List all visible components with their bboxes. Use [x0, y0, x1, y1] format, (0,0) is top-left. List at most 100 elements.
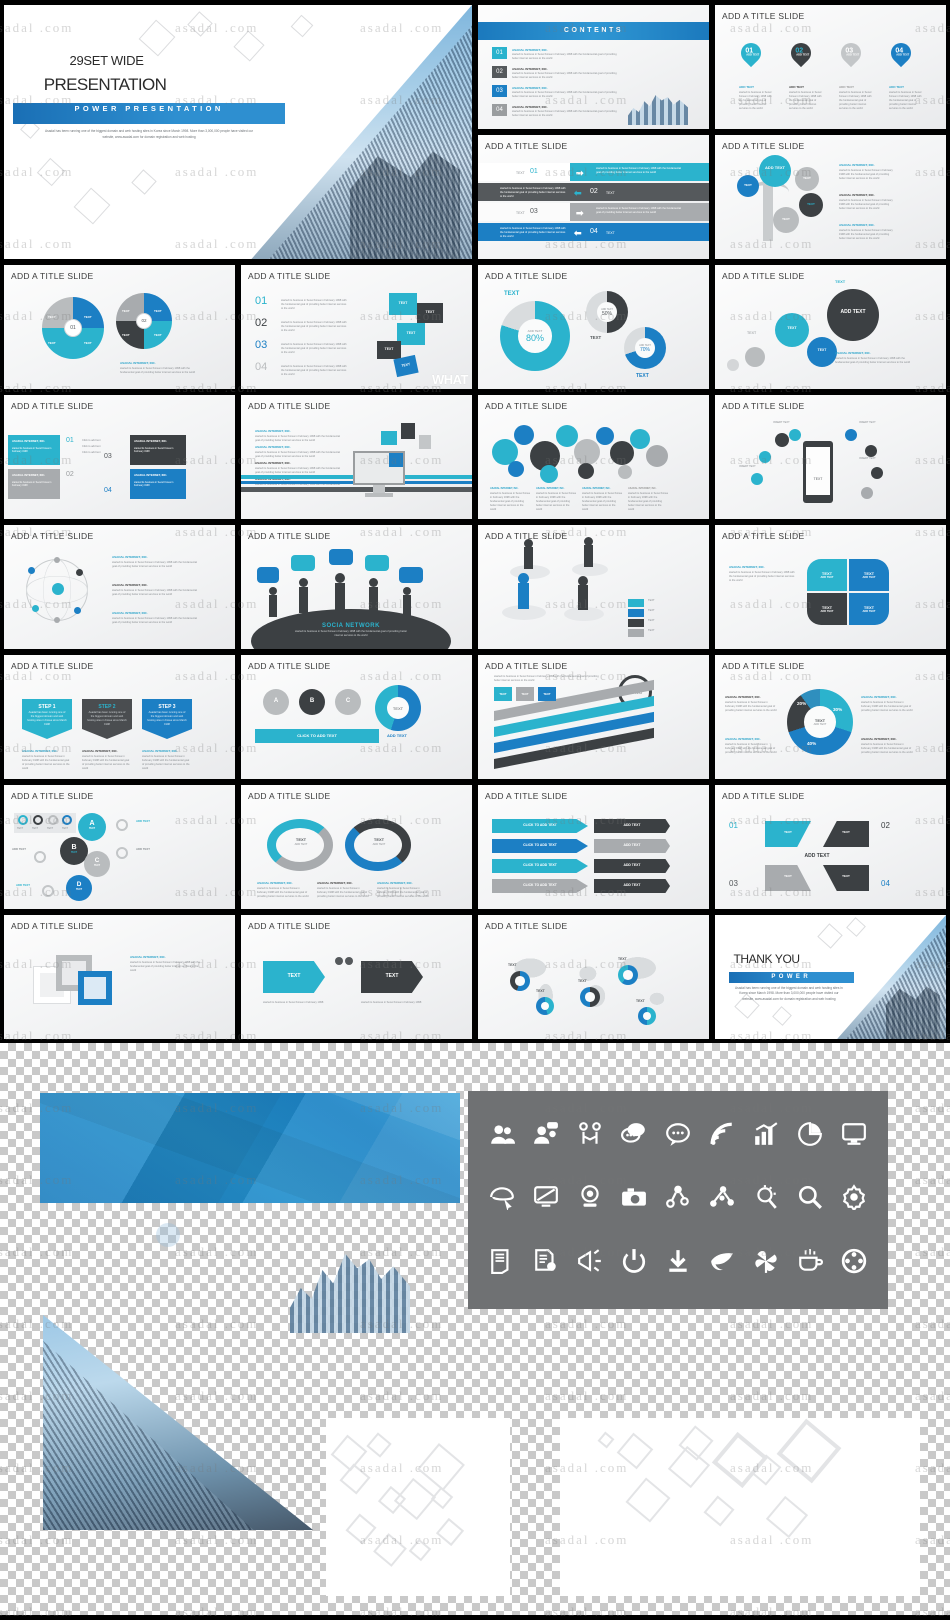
- handshake-icon[interactable]: [577, 1121, 603, 1152]
- chat-tile: [381, 431, 397, 445]
- gear2-label-4: TEXT: [154, 333, 162, 337]
- slide-abcd[interactable]: ADD A TITLE SLIDE TEXT TEXT TEXT TEXT A …: [4, 785, 235, 909]
- slide-contents[interactable]: CONTENTS 01 ASADAL INTERNET, INC. starte…: [478, 5, 709, 129]
- slide-boxes[interactable]: ADD A TITLE SLIDE ASADAL INTERNET, INC. …: [4, 395, 235, 519]
- inf-note-3: ASADAL INTERNET, INC.: [377, 881, 413, 885]
- phone-tag-4: INSERT TEXT: [739, 465, 756, 468]
- user-chat-icon[interactable]: [533, 1121, 559, 1152]
- contents-body-3: started its business in Seoul Korea in F…: [512, 91, 617, 98]
- camera-icon[interactable]: [621, 1184, 647, 1215]
- slide-title-text: ADD A TITLE SLIDE: [485, 791, 568, 801]
- tree-note-2: ASADAL INTERNET, INC.: [839, 193, 875, 197]
- slide-two-text[interactable]: ADD A TITLE SLIDE TEXT TEXT started its …: [241, 915, 472, 1039]
- box-right-1: ASADAL INTERNET, INC. started its busine…: [130, 435, 186, 465]
- thankyou-line: THANK YOU: [733, 952, 800, 967]
- document-pen-icon[interactable]: [489, 1248, 515, 1279]
- slide-pins[interactable]: ADD A TITLE SLIDE 01 ADD TEXT 02 ADD TEX…: [715, 5, 946, 129]
- white-panel-right: [560, 1418, 920, 1596]
- tablet-tile: [401, 423, 415, 439]
- users-icon[interactable]: [489, 1121, 515, 1152]
- inf-note-2: ASADAL INTERNET, INC.: [317, 881, 353, 885]
- box-right-2: ASADAL INTERNET, INC. started its busine…: [130, 469, 186, 499]
- search-bulb-icon[interactable]: [753, 1184, 779, 1215]
- monitor-icon[interactable]: [841, 1121, 867, 1152]
- slide-title-text: ADD A TITLE SLIDE: [722, 661, 805, 671]
- slide-arrows-up[interactable]: ADD A TITLE SLIDE ADD TEXT TEXT TEXT TEX…: [478, 655, 709, 779]
- megaphone-icon[interactable]: [577, 1248, 603, 1279]
- webcam-icon[interactable]: [577, 1184, 603, 1215]
- contents-heading: CONTENTS: [478, 22, 709, 40]
- slide-title-text: ADD A TITLE SLIDE: [11, 531, 94, 541]
- slide-pie[interactable]: ADD A TITLE SLIDE TEXT ADD TEXT 20% 30% …: [715, 655, 946, 779]
- slide-network-sphere[interactable]: ADD A TITLE SLIDE ASADAL INTERNET, INC. …: [4, 525, 235, 649]
- gear-icon[interactable]: [841, 1184, 867, 1215]
- box-num-3: 03: [104, 453, 112, 460]
- abc-right-label: ADD TEXT: [387, 733, 407, 738]
- slide-abc[interactable]: ADD A TITLE SLIDE A B C TEXT CLICK TO AD…: [241, 655, 472, 779]
- slide-people-network[interactable]: ADD A TITLE SLIDE TEXT TEXT TEXT TEXT: [478, 525, 709, 649]
- slide-map[interactable]: ADD A TITLE SLIDE TEXT TEXT TEXT TEXT TE…: [478, 915, 709, 1039]
- slide-monitor[interactable]: ADD A TITLE SLIDE ASADAL INTERNET, INC. …: [241, 395, 472, 519]
- bubble-label-top: TEXT: [835, 279, 846, 284]
- slide-tree[interactable]: ADD A TITLE SLIDE ADD TEXT TEXT TEXT TEX…: [715, 135, 946, 259]
- slide-donuts[interactable]: ADD A TITLE SLIDE ADD TEXT 80% ADD TEXT …: [478, 265, 709, 389]
- slide-quad[interactable]: ADD A TITLE SLIDE TEXT ADD TEXT TEXT ADD…: [715, 525, 946, 649]
- browser-icon[interactable]: [489, 1184, 515, 1215]
- zig-body-2: started its business in Seoul Korea in F…: [281, 321, 347, 332]
- slide-xshape[interactable]: ADD A TITLE SLIDE 01 02 03 04 TEXT TEXT …: [715, 785, 946, 909]
- title-description: Asadal has been running one of the bigge…: [45, 129, 254, 139]
- pinwheel-icon[interactable]: [753, 1248, 779, 1279]
- pie-note-1: ASADAL INTERNET, INC.: [725, 695, 761, 699]
- zig-num-3: 03: [255, 339, 268, 351]
- slide-arrow-rows[interactable]: ADD A TITLE SLIDE 01 TEXT started its bu…: [478, 135, 709, 259]
- slide-infinity[interactable]: ADD A TITLE SLIDE TEXT ADD TEXT TEXT ADD…: [241, 785, 472, 909]
- share-nodes-icon[interactable]: [665, 1184, 691, 1215]
- power-icon[interactable]: [621, 1248, 647, 1279]
- slide-steps[interactable]: ADD A TITLE SLIDE STEP 1 Asadal has been…: [4, 655, 235, 779]
- pn-legend-4: TEXT: [648, 629, 655, 632]
- bird-icon[interactable]: [709, 1248, 735, 1279]
- pie-chart-icon[interactable]: [797, 1121, 823, 1152]
- pin-foot-2: ADD TEXT: [789, 85, 804, 89]
- molecule-icon[interactable]: [709, 1184, 735, 1215]
- slide-title[interactable]: 29SET WIDE PRESENTATION POWER PRESENTATI…: [4, 5, 472, 259]
- twotext-body-2: started its business in Seoul Korea in F…: [361, 1001, 422, 1004]
- screen-slash-icon[interactable]: [533, 1184, 559, 1215]
- arrow-row-num-2: 02: [590, 188, 598, 195]
- social-bubble-5: [399, 567, 423, 583]
- mon-note-3: ASADAL INTERNET, INC.: [255, 461, 291, 465]
- slide-social[interactable]: ADD A TITLE SLIDE SOCIA NETWORK started …: [241, 525, 472, 649]
- slide-title-text: ADD A TITLE SLIDE: [485, 141, 568, 151]
- wifi-signal-icon[interactable]: [709, 1121, 735, 1152]
- arrows-tag-1: TEXT: [494, 687, 512, 701]
- slide-cubes[interactable]: ADD A TITLE SLIDE ASADAL INTERNET, INC. …: [4, 915, 235, 1039]
- arrow-row-label-2: TEXT: [606, 191, 615, 195]
- slide-thank-you[interactable]: THANK YOU POWER PRESENTATION Asadal has …: [715, 915, 946, 1039]
- contents-num-2: 02: [492, 66, 507, 78]
- document-gear-icon[interactable]: [533, 1248, 559, 1279]
- arrow-row-num-3: 03: [530, 208, 538, 215]
- contents-company-2: ASADAL INTERNET, INC.: [512, 67, 548, 71]
- slide-phone[interactable]: ADD A TITLE SLIDE TEXT INSERT TEXT INSER…: [715, 395, 946, 519]
- title-line-1: 29SET WIDE: [69, 53, 144, 69]
- circ-col-4: ASADAL INTERNET, INC.: [628, 487, 657, 490]
- film-reel-icon[interactable]: [841, 1248, 867, 1279]
- phone-tag-3: INSERT TEXT: [859, 457, 876, 460]
- download-icon[interactable]: [665, 1248, 691, 1279]
- mon-note-2: ASADAL INTERNET, INC.: [255, 445, 291, 449]
- slide-ribbons[interactable]: ADD A TITLE SLIDE CLICK TO ADD TEXT ADD …: [478, 785, 709, 909]
- slide-zigzag[interactable]: ADD A TITLE SLIDE 01 started its busines…: [241, 265, 472, 389]
- speech-bubble-icon[interactable]: [665, 1121, 691, 1152]
- x-wing-1: TEXT: [765, 821, 811, 847]
- magnifier-icon[interactable]: [797, 1184, 823, 1215]
- ribbon-1: CLICK TO ADD TEXT: [492, 819, 588, 833]
- coffee-cup-icon[interactable]: [797, 1248, 823, 1279]
- slide-circles[interactable]: ADD A TITLE SLIDE ASADAL INTERNET, INC. …: [478, 395, 709, 519]
- infinity-center-1: TEXT: [295, 837, 307, 842]
- contents-body-2: started its business in Seoul Korea in F…: [512, 72, 617, 79]
- slide-gears[interactable]: ADD A TITLE SLIDE 01 TEXT TEXT TEXT TEXT…: [4, 265, 235, 389]
- pin-2: 02 ADD TEXT: [786, 38, 816, 68]
- bar-chart-icon[interactable]: [753, 1121, 779, 1152]
- slide-bubbles[interactable]: ADD A TITLE SLIDE ADD TEXT TEXT TEXT TEX…: [715, 265, 946, 389]
- chat-bubbles-icon[interactable]: [621, 1121, 647, 1152]
